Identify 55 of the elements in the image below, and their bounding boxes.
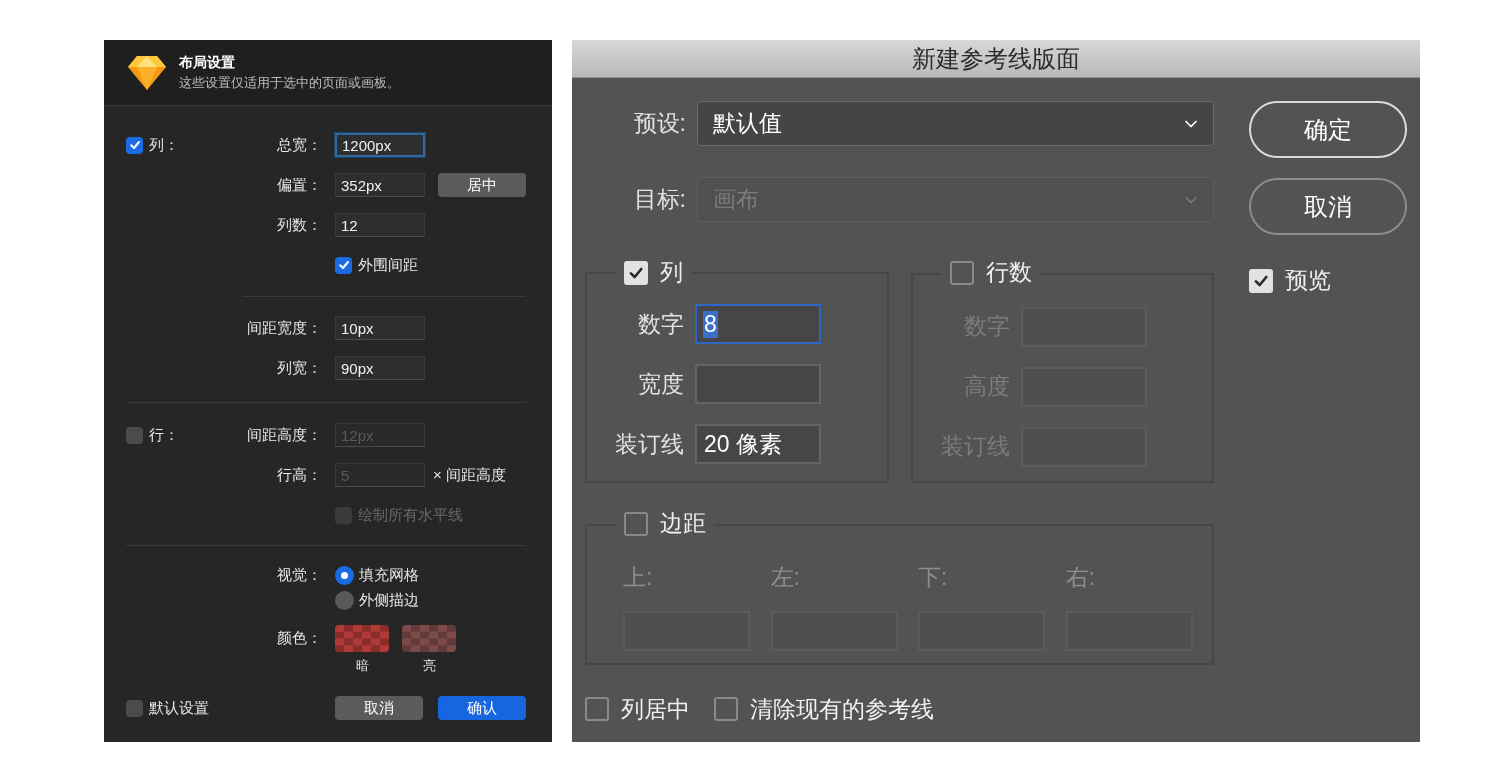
- swatch-label: 暗: [355, 657, 369, 675]
- dialog-subtitle: 这些设置仅适用于选中的页面或画板。: [179, 73, 400, 92]
- field-label: 间距宽度：: [247, 318, 322, 338]
- check-icon: [337, 259, 350, 271]
- input-field[interactable]: 352px: [335, 173, 425, 197]
- field-label: 列宽：: [277, 358, 322, 378]
- dropdown[interactable]: 默认值: [697, 101, 1214, 146]
- confirm-button[interactable]: 确认: [438, 696, 526, 720]
- checkbox[interactable]: 预览: [1249, 265, 1331, 296]
- field-label: 视觉：: [277, 566, 322, 585]
- color-swatch[interactable]: [402, 625, 456, 652]
- checkbox[interactable]: 外围间距: [335, 255, 418, 275]
- field-label: 目标:: [633, 185, 686, 214]
- dialog-title: 新建参考线版面: [912, 43, 1080, 74]
- checkbox[interactable]: 行：: [126, 425, 179, 445]
- checkbox[interactable]: 清除现有的参考线: [714, 693, 934, 725]
- check-icon: [128, 139, 141, 151]
- input-field[interactable]: [695, 364, 821, 404]
- checkbox[interactable]: 默认设置: [126, 698, 209, 718]
- checkbox[interactable]: 列: [624, 257, 683, 288]
- radio-option[interactable]: 填充网格: [335, 563, 419, 588]
- field-label: 数字: [638, 309, 684, 339]
- checkbox[interactable]: 行数: [950, 257, 1032, 288]
- input-field[interactable]: 10px: [335, 316, 425, 340]
- ok-button[interactable]: 确定: [1249, 101, 1407, 158]
- cancel-button[interactable]: 取消: [1249, 178, 1407, 235]
- center-button[interactable]: 居中: [438, 173, 526, 197]
- input-field[interactable]: 90px: [335, 356, 425, 380]
- field-label: 间距高度：: [247, 425, 322, 445]
- input-field[interactable]: 1200px: [335, 133, 425, 157]
- field-label: 右:: [1065, 563, 1096, 592]
- cancel-button[interactable]: 取消: [335, 696, 423, 720]
- field-label: 偏置：: [277, 175, 322, 195]
- field-label: 列数：: [277, 215, 322, 235]
- checkbox[interactable]: 边距: [624, 508, 706, 539]
- input-field[interactable]: 20 像素: [695, 424, 821, 464]
- diamond-icon: [126, 53, 168, 92]
- radio-option[interactable]: 外侧描边: [335, 588, 419, 613]
- swatch-label: 亮: [422, 657, 436, 675]
- field-label: 上:: [623, 563, 654, 592]
- dialog-title: 布局设置: [179, 53, 236, 72]
- field-label: 行高：: [277, 465, 322, 485]
- field-label: 左:: [770, 563, 801, 592]
- field-label: 装订线: [615, 429, 684, 459]
- checkbox[interactable]: 列：: [126, 135, 179, 155]
- checkbox[interactable]: 列居中: [585, 693, 690, 725]
- color-swatch[interactable]: [335, 625, 389, 652]
- field-label: 宽度: [638, 369, 684, 399]
- field-label: 下:: [918, 563, 949, 592]
- field-label: 总宽：: [277, 135, 322, 155]
- input-field[interactable]: 8: [695, 304, 821, 344]
- field-label: 颜色：: [277, 629, 322, 648]
- input-field[interactable]: 12: [335, 213, 425, 237]
- suffix-label: × 间距高度: [433, 465, 506, 485]
- field-label: 预设:: [633, 109, 686, 138]
